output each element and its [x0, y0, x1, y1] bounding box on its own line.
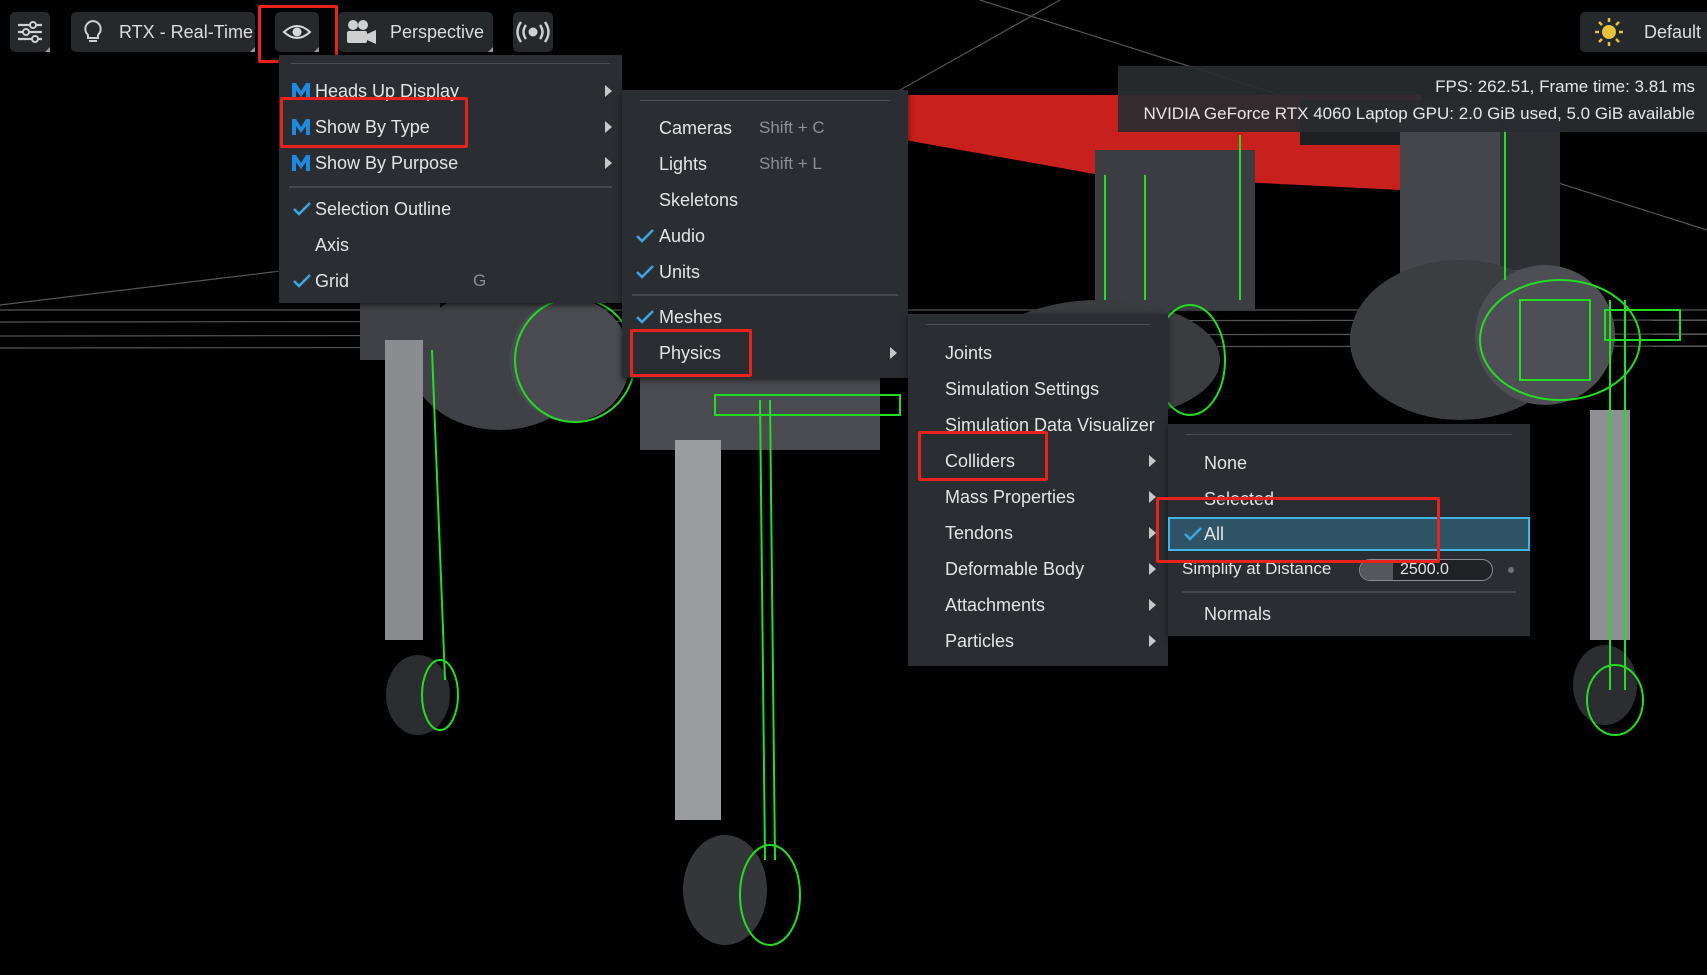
menu-item-show-by-type[interactable]: Show By Type — [279, 109, 622, 145]
menu-item-normals[interactable]: Normals — [1168, 596, 1530, 632]
submenu-arrow-icon — [605, 157, 612, 169]
menu-item-particles[interactable]: Particles — [908, 623, 1168, 659]
sliders-icon — [18, 21, 42, 43]
submenu-arrow-icon — [1149, 635, 1156, 647]
menu-item-cameras[interactable]: Cameras Shift + C — [622, 110, 908, 146]
slider-value: 2500.0 — [1400, 561, 1449, 578]
shortcut-label: Shift + C — [759, 118, 825, 137]
shortcut-label: G — [473, 271, 487, 290]
slider-reset-dot[interactable] — [1508, 567, 1514, 573]
lighting-label: Default — [1644, 21, 1702, 42]
menu-item-none[interactable]: None — [1168, 445, 1530, 481]
dropdown-corner — [314, 47, 319, 52]
menu-item-tendons[interactable]: Tendons — [908, 515, 1168, 551]
simplify-distance-slider[interactable]: 2500.0 — [1359, 559, 1493, 581]
robot-hip-disc — [510, 298, 630, 422]
visibility-button[interactable] — [275, 12, 319, 52]
check-icon — [293, 274, 311, 288]
check-icon — [1184, 527, 1202, 541]
gpu-readout: NVIDIA GeForce RTX 4060 Laptop GPU: 2.0 … — [1143, 104, 1695, 123]
shortcut-label: Shift + L — [759, 154, 822, 173]
menu-top-border — [291, 63, 610, 64]
eye-icon — [282, 25, 312, 39]
menu-item-selection-outline[interactable]: Selection Outline — [279, 191, 622, 227]
dropdown-corner — [488, 47, 493, 52]
submenu-arrow-icon — [1149, 599, 1156, 611]
renderer-label: RTX - Real-Time — [119, 21, 254, 42]
visibility-menu: Heads Up Display Show By Type Show By Pu… — [279, 55, 622, 303]
camera-button[interactable]: Perspective — [338, 12, 493, 52]
m-logo-icon — [292, 155, 310, 171]
viewport[interactable]: RTX - Real-Time Perspective Default FPS:… — [0, 0, 1707, 975]
menu-separator — [632, 294, 898, 296]
menu-item-colliders[interactable]: Colliders — [908, 443, 1168, 479]
menu-item-meshes[interactable]: Meshes — [622, 299, 908, 335]
robot-leg-mid — [675, 440, 721, 820]
menu-item-selected[interactable]: Selected — [1168, 481, 1530, 517]
show-by-type-menu: Cameras Shift + C Lights Shift + L Skele… — [622, 90, 908, 378]
colliders-menu: None Selected All Simplify at Distance 2… — [1168, 424, 1530, 636]
dropdown-corner — [250, 47, 255, 52]
lightbulb-icon — [84, 19, 102, 42]
check-icon — [636, 265, 654, 279]
broadcast-icon — [516, 21, 550, 43]
robot-body-part — [1095, 150, 1255, 310]
slider-fill — [1360, 560, 1393, 580]
submenu-arrow-icon — [605, 85, 612, 97]
menu-item-audio[interactable]: Audio — [622, 218, 908, 254]
submenu-arrow-icon — [1149, 455, 1156, 467]
menu-top-border — [926, 324, 1150, 325]
menu-item-deformable-body[interactable]: Deformable Body — [908, 551, 1168, 587]
menu-item-joints[interactable]: Joints — [908, 335, 1168, 371]
menu-item-simulation-data-visualizer[interactable]: Simulation Data Visualizer — [908, 407, 1168, 443]
robot-leg-left — [385, 340, 423, 640]
menu-item-show-by-purpose[interactable]: Show By Purpose — [279, 145, 622, 181]
menu-separator — [1182, 591, 1516, 593]
submenu-arrow-icon — [1149, 563, 1156, 575]
menu-item-physics[interactable]: Physics — [622, 335, 908, 371]
menu-item-grid[interactable]: Grid G — [279, 263, 622, 299]
menu-item-lights[interactable]: Lights Shift + L — [622, 146, 908, 182]
robot-foot-left — [386, 655, 450, 735]
submenu-arrow-icon — [605, 121, 612, 133]
m-logo-icon — [292, 119, 310, 135]
menu-top-border — [640, 100, 890, 101]
menu-item-axis[interactable]: Axis — [279, 227, 622, 263]
lighting-button[interactable]: Default — [1580, 12, 1707, 52]
menu-item-simulation-settings[interactable]: Simulation Settings — [908, 371, 1168, 407]
menu-item-units[interactable]: Units — [622, 254, 908, 290]
submenu-arrow-icon — [1149, 527, 1156, 539]
camera-label: Perspective — [390, 21, 485, 42]
stats-overlay: FPS: 262.51, Frame time: 3.81 ms NVIDIA … — [1118, 66, 1707, 132]
robot-foot-right — [1573, 645, 1637, 725]
movie-camera-icon — [347, 20, 376, 44]
submenu-arrow-icon — [1149, 491, 1156, 503]
submenu-arrow-icon — [890, 347, 897, 359]
fps-readout: FPS: 262.51, Frame time: 3.81 ms — [1435, 77, 1695, 96]
menu-top-border — [1186, 434, 1512, 435]
menu-item-attachments[interactable]: Attachments — [908, 587, 1168, 623]
settings-button[interactable] — [10, 12, 50, 52]
menu-separator — [289, 186, 612, 188]
menu-item-heads-up-display[interactable]: Heads Up Display — [279, 73, 622, 109]
menu-item-mass-properties[interactable]: Mass Properties — [908, 479, 1168, 515]
physics-menu: Joints Simulation Settings Simulation Da… — [908, 314, 1168, 666]
m-logo-icon — [292, 83, 310, 99]
menu-item-skeletons[interactable]: Skeletons — [622, 182, 908, 218]
check-icon — [293, 202, 311, 216]
sun-icon — [1595, 18, 1623, 46]
check-icon — [636, 310, 654, 324]
check-icon — [636, 229, 654, 243]
renderer-button[interactable]: RTX - Real-Time — [71, 12, 255, 52]
robot-body-part — [1500, 120, 1560, 270]
audio-button[interactable] — [513, 12, 553, 52]
menu-item-all[interactable]: All — [1168, 517, 1530, 551]
dropdown-corner — [45, 47, 50, 52]
